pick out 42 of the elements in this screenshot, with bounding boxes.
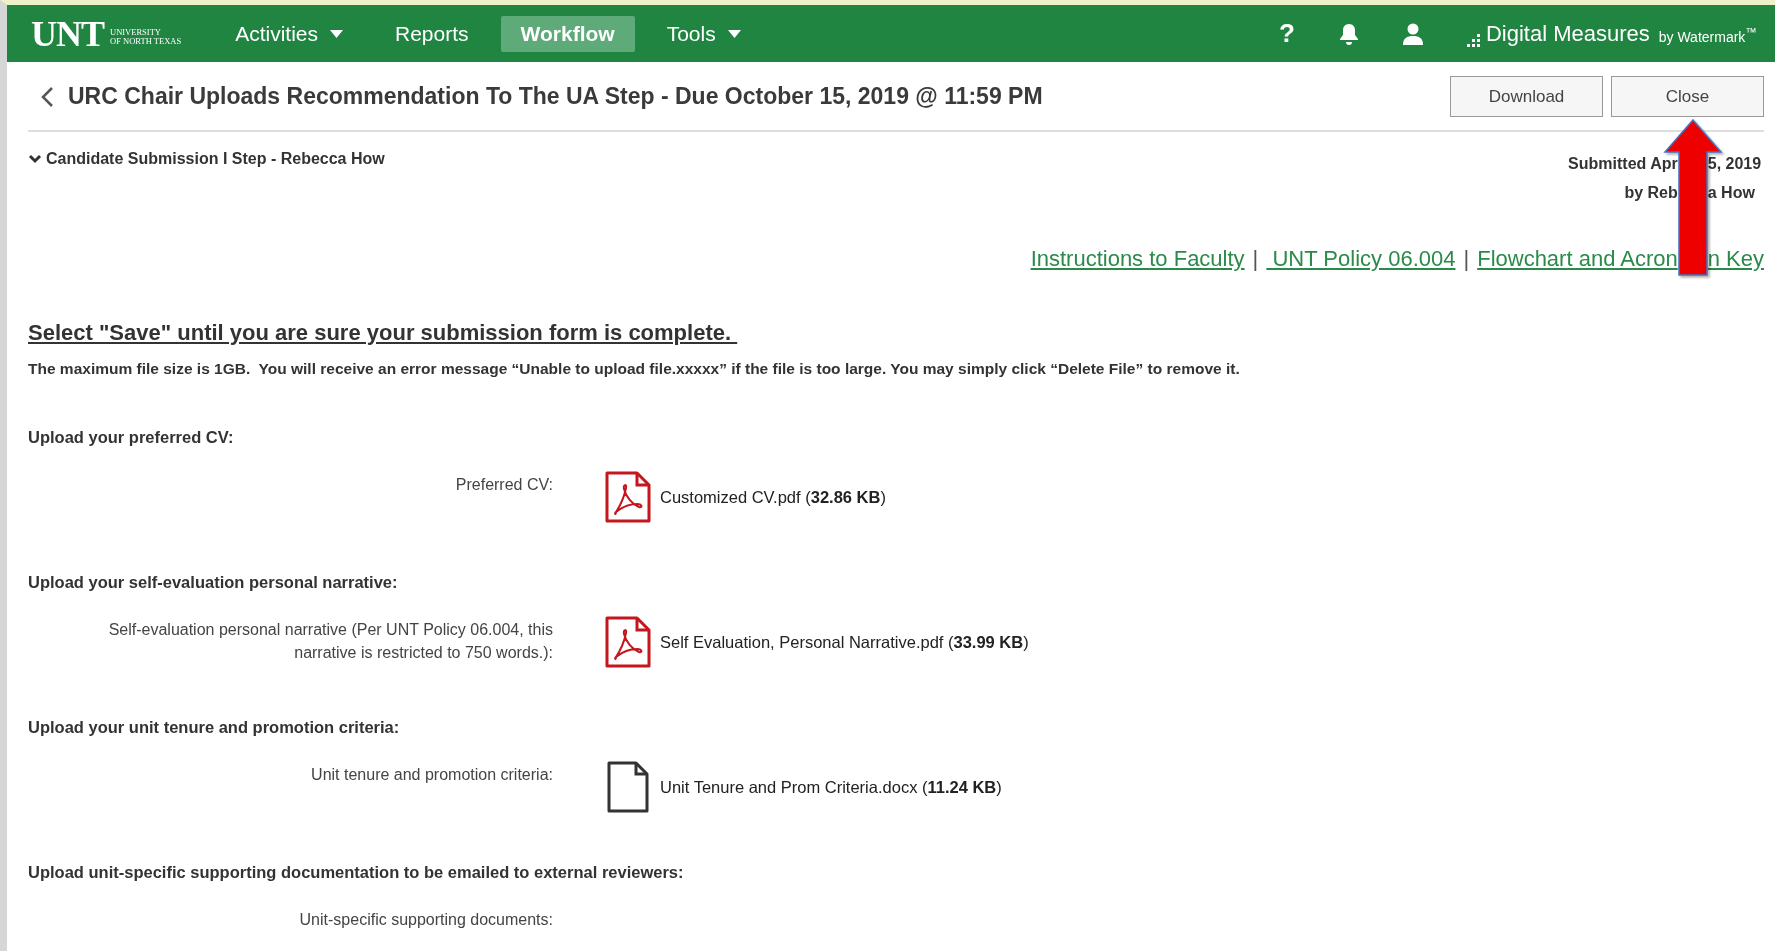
header-button[interactable]: Download: [1450, 76, 1603, 117]
link[interactable]: Flowchart and Acron: [1477, 246, 1678, 272]
field-label: Preferred CV:: [454, 475, 553, 495]
back-icon[interactable]: [40, 85, 54, 108]
submitted-text: a How: [1707, 183, 1756, 203]
file-name[interactable]: Customized CV.pdf (32.86 KB): [660, 487, 886, 507]
submitted-text: by Reb: [1624, 183, 1678, 203]
section-heading: Upload your self-evaluation personal narrative:: [28, 573, 399, 592]
dots-logo-icon: [1466, 32, 1483, 47]
chevron-down-icon[interactable]: [28, 152, 42, 166]
bell-icon[interactable]: [1338, 22, 1359, 45]
link-separator: |: [1463, 246, 1470, 272]
submitted-text: Submitted Apr: [1568, 154, 1678, 174]
field-label: Unit-specific supporting documents:: [298, 910, 553, 930]
nav-tab[interactable]: Tools: [646, 15, 761, 52]
link[interactable]: UNT Policy 06.004: [1266, 246, 1456, 272]
pdf-file-icon[interactable]: [605, 616, 651, 668]
section-heading: Upload your unit tenure and promotion criteria:: [28, 718, 401, 737]
section-heading: Upload unit-specific supporting documentation to be emailed to external reviewers:: [28, 863, 685, 882]
brand-byline: by Watermark$^{™}$: [1658, 24, 1757, 47]
submitted-text: 5, 2019: [1707, 154, 1763, 174]
link[interactable]: n Key: [1707, 246, 1764, 271]
header-button[interactable]: Close: [1611, 76, 1764, 117]
user-icon[interactable]: [1402, 22, 1423, 45]
notice-heading: Select "Save" until you are sure your submission form is complete.: [28, 320, 733, 346]
help-button[interactable]: ?: [1279, 18, 1295, 49]
brand-name: Digital Measures: [1485, 20, 1650, 47]
notice-text: The maximum file size is 1GB. You will receive an error message “Unable to upload file.xxxxx” if the file is too large. You may simply click “Delete File” to remove it.: [28, 360, 1241, 378]
link[interactable]: Instructions to Faculty: [1030, 246, 1245, 272]
section-heading: Upload your preferred CV:: [28, 428, 235, 447]
field-label: Unit tenure and promotion criteria:: [310, 765, 553, 785]
nav-tab[interactable]: Reports: [375, 15, 489, 52]
nav-tab[interactable]: Workflow: [500, 15, 635, 52]
document-icon[interactable]: [605, 761, 651, 813]
field-label: Self-evaluation personal narrative (Per UNT Policy 06.004, this narrative is restricted to 750 words.):: [107, 620, 553, 663]
file-name[interactable]: Self Evaluation, Personal Narrative.pdf (33.99 KB): [660, 632, 1029, 652]
step-title[interactable]: Candidate Submission I Step - Rebecca How: [46, 150, 385, 168]
file-name[interactable]: Unit Tenure and Prom Criteria.docx (11.24 KB): [660, 777, 1002, 797]
link-separator: |: [1252, 246, 1259, 272]
nav-tab[interactable]: Activities: [215, 15, 363, 52]
pdf-file-icon[interactable]: [605, 471, 651, 523]
page-title: URC Chair Uploads Recommendation To The UA Step - Due October 15, 2019 @ 11:59 PM: [68, 83, 1043, 110]
